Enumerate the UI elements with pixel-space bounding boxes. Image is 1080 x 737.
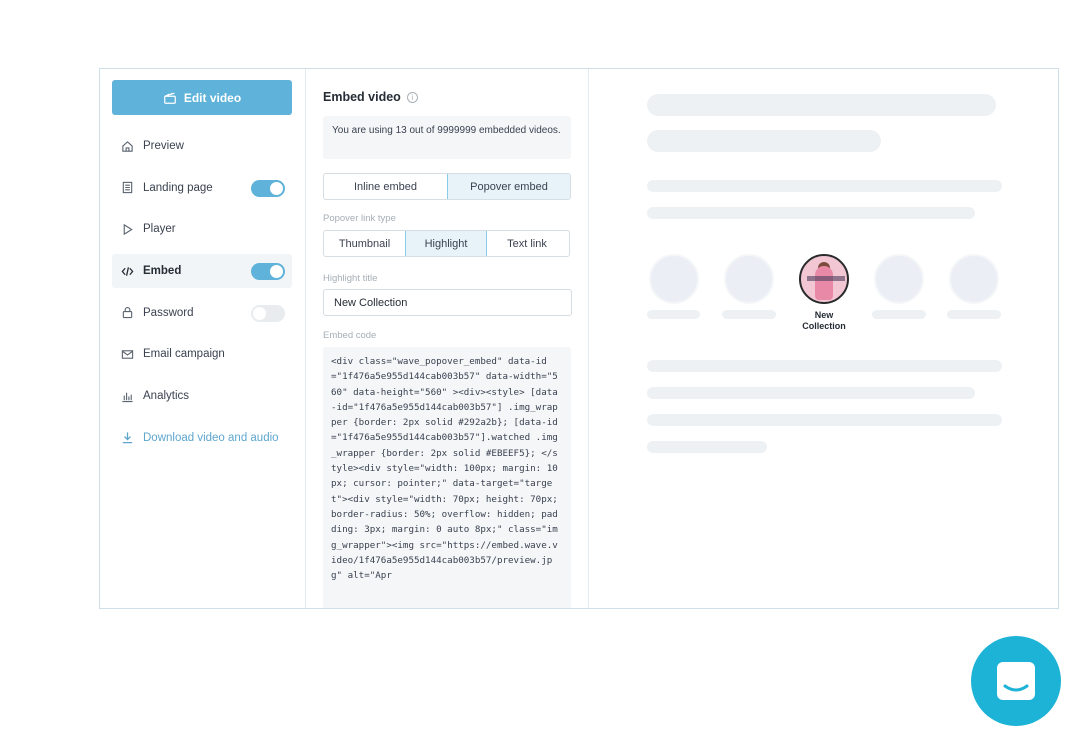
skeleton-caption [872, 310, 926, 319]
sidebar-item-analytics[interactable]: Analytics [112, 379, 292, 413]
preview-bubble [949, 254, 999, 304]
play-icon [120, 222, 134, 236]
embed-toggle[interactable] [251, 263, 285, 281]
edit-video-button[interactable]: Edit video [112, 80, 292, 115]
sidebar-item-label: Embed [143, 265, 182, 278]
embed-code-box[interactable]: <div class="wave_popover_embed" data-id=… [323, 347, 571, 608]
mail-icon [120, 347, 134, 361]
skeleton-line [647, 180, 1002, 192]
clapperboard-icon [163, 92, 176, 104]
skeleton-line [647, 94, 996, 116]
chat-launcher-button[interactable] [971, 636, 1061, 726]
popover-type-selector: Thumbnail Highlight Text link [323, 230, 570, 257]
embed-mode-selector: Inline embed Popover embed [323, 173, 571, 200]
sidebar-item-label: Preview [143, 140, 184, 152]
popover-type-label: Popover link type [323, 213, 396, 224]
sidebar-nav: Preview Landing page Player Embed Passwo… [112, 129, 292, 463]
embed-code-label: Embed code [323, 330, 377, 341]
sidebar-item-download[interactable]: Download video and audio [112, 421, 292, 455]
sidebar-item-label: Email campaign [143, 348, 225, 361]
skeleton-line [647, 207, 975, 219]
edit-video-label: Edit video [183, 90, 242, 105]
sidebar-item-password[interactable]: Password [112, 296, 292, 330]
page-title: Embed video [323, 90, 401, 104]
embed-panel: Embed video i You are using 13 out of 99… [307, 69, 589, 608]
chat-icon [997, 662, 1035, 700]
sidebar-item-label: Download video and audio [143, 431, 279, 444]
sidebar-item-embed[interactable]: Embed [112, 254, 292, 289]
option-text-link[interactable]: Text link [486, 231, 568, 256]
thumbnail-dress [815, 266, 833, 300]
highlight-title-input[interactable]: New Collection [323, 289, 572, 316]
sidebar-item-label: Analytics [143, 390, 190, 403]
landing-page-toggle[interactable] [251, 179, 285, 197]
password-toggle[interactable] [251, 304, 285, 322]
sidebar-item-label: Player [143, 223, 176, 236]
highlight-title-label: Highlight title [323, 273, 378, 284]
preview-bubble [724, 254, 774, 304]
skeleton-line [647, 360, 1002, 372]
sidebar-item-label: Password [143, 306, 194, 319]
analytics-icon [120, 389, 134, 403]
preview-bubble [874, 254, 924, 304]
skeleton-caption [722, 310, 776, 319]
page-icon [120, 181, 134, 195]
sidebar-item-preview[interactable]: Preview [112, 129, 292, 163]
sidebar-item-label: Landing page [143, 181, 213, 194]
thumbnail-banner [807, 276, 845, 281]
home-icon [120, 139, 134, 153]
skeleton-line [647, 414, 1002, 426]
skeleton-line [647, 130, 881, 152]
option-thumbnail[interactable]: Thumbnail [324, 231, 406, 256]
sidebar: Edit video Preview Landing page Player E… [100, 69, 306, 608]
tab-popover-embed[interactable]: Popover embed [447, 174, 570, 199]
skeleton-line [647, 441, 767, 453]
highlight-bubble[interactable] [799, 254, 849, 304]
usage-notice: You are using 13 out of 9999999 embedded… [323, 116, 571, 159]
skeleton-caption [647, 310, 700, 319]
sidebar-item-player[interactable]: Player [112, 212, 292, 246]
lock-icon [120, 306, 134, 320]
highlight-caption: New Collection [802, 310, 846, 331]
option-highlight[interactable]: Highlight [405, 231, 487, 256]
sidebar-item-email-campaign[interactable]: Email campaign [112, 337, 292, 371]
skeleton-caption [947, 310, 1001, 319]
info-icon[interactable]: i [406, 91, 418, 103]
sidebar-item-landing-page[interactable]: Landing page [112, 171, 292, 205]
preview-bubble [649, 254, 699, 304]
download-icon [120, 431, 134, 445]
tab-inline-embed[interactable]: Inline embed [324, 174, 448, 199]
code-icon [120, 264, 134, 278]
skeleton-line [647, 387, 975, 399]
embed-preview: New Collection [590, 69, 1058, 608]
embed-panel-heading: Embed video i [323, 90, 418, 104]
app-frame: Edit video Preview Landing page Player E… [99, 68, 1059, 609]
